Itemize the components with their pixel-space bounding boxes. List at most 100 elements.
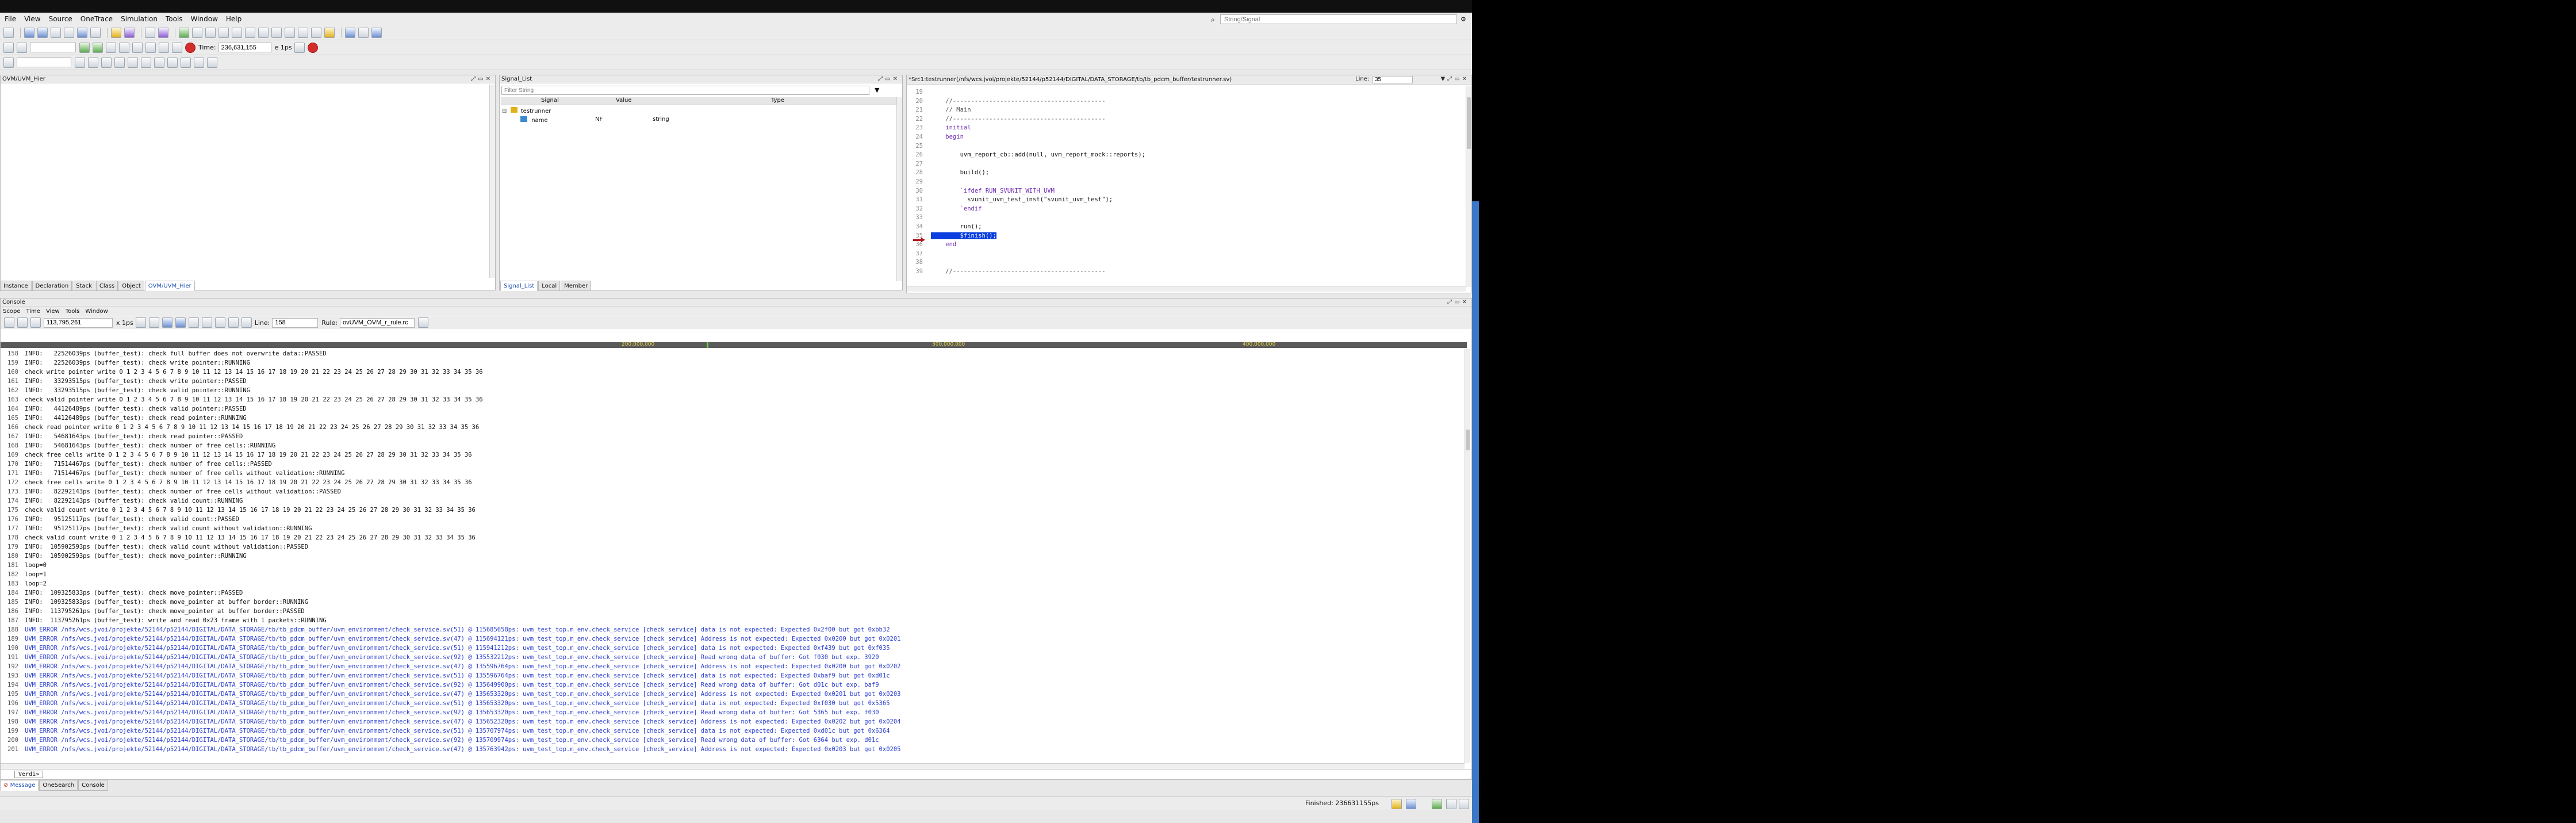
status-network-icon[interactable] <box>1432 799 1442 809</box>
line-number[interactable]: 28 <box>907 169 923 178</box>
log-line[interactable]: 200 UVM_ERROR /nfs/wcs.jvoi/projekte/5214… <box>7 736 1462 745</box>
console-hscroll[interactable] <box>1 763 1465 769</box>
archive-icon[interactable] <box>324 27 335 38</box>
rule-combo[interactable] <box>340 317 415 328</box>
time-arrow-icon[interactable] <box>294 42 305 53</box>
log-line[interactable]: 195 UVM_ERROR /nfs/wcs.jvoi/projekte/5214… <box>7 690 1462 699</box>
open-icon[interactable] <box>3 27 14 38</box>
status-layout-icon[interactable] <box>1406 799 1416 809</box>
console-menu-view[interactable]: View <box>46 308 60 315</box>
log-line[interactable]: 197 UVM_ERROR /nfs/wcs.jvoi/projekte/5214… <box>7 708 1462 717</box>
source-line[interactable]: 32 `endif <box>907 205 1459 214</box>
source-hscroll[interactable] <box>907 286 1466 292</box>
console-line-input[interactable] <box>272 317 319 328</box>
menu-simulation[interactable]: Simulation <box>121 15 158 23</box>
menu-tools[interactable]: Tools <box>166 15 183 23</box>
log-line[interactable]: 179 INFO: 105902593ps (buffer_test): chec… <box>7 542 1462 552</box>
settings-icon[interactable]: ⚙ <box>1460 16 1466 23</box>
tab-onesearch[interactable]: OneSearch <box>39 780 78 791</box>
left-arrow-icon[interactable] <box>218 27 229 38</box>
log-line[interactable]: 158 INFO: 22526039ps (buffer_test): check… <box>7 349 1462 358</box>
tree-expand-icon[interactable]: ⊟ <box>502 108 507 114</box>
line-input[interactable] <box>1373 76 1413 83</box>
nav-right-icon[interactable] <box>148 317 159 328</box>
log-line[interactable]: 186 INFO: 113795261ps (buffer_test): chec… <box>7 607 1462 616</box>
line-number[interactable]: 29 <box>907 178 923 187</box>
log-line[interactable]: 169 check free cells write 0 1 2 3 4 5 6 … <box>7 450 1462 460</box>
source-panel-controls-icon[interactable]: ▼⤢▭✕ <box>1440 76 1469 82</box>
step-in-icon[interactable] <box>106 42 116 53</box>
source-line[interactable]: 31 svunit_uvm_test_inst("svunit_uvm_test… <box>907 196 1459 205</box>
table-row[interactable]: ⊟ testrunner <box>502 107 551 114</box>
kill-icon[interactable] <box>307 42 318 53</box>
line-number[interactable]: 38 <box>907 258 923 267</box>
tab-member[interactable]: Member <box>561 281 592 291</box>
zoom-fit-icon[interactable] <box>228 317 239 328</box>
nav-left-icon[interactable] <box>135 317 146 328</box>
log-line[interactable]: 172 check free cells write 0 1 2 3 4 5 6 … <box>7 478 1462 487</box>
redo-icon[interactable] <box>17 42 27 53</box>
stop-icon[interactable] <box>185 42 195 53</box>
down-icon[interactable] <box>258 27 269 38</box>
log-line[interactable]: 170 INFO: 71514467ps (buffer_test): check… <box>7 460 1462 469</box>
find-prev-icon[interactable] <box>128 57 138 68</box>
line-number[interactable]: 23 <box>907 124 923 133</box>
zoom-in-icon[interactable] <box>201 317 212 328</box>
undo-icon[interactable] <box>3 42 14 53</box>
log-line[interactable]: 176 INFO: 95125117ps (buffer_test): check… <box>7 515 1462 524</box>
paste-icon[interactable] <box>101 57 112 68</box>
filter-icon[interactable] <box>30 317 41 328</box>
source-line[interactable]: 38 <box>907 258 1459 267</box>
log-line[interactable]: 194 UVM_ERROR /nfs/wcs.jvoi/projekte/5214… <box>7 680 1462 690</box>
breakpoint-combo[interactable] <box>30 43 76 52</box>
marker-icon[interactable] <box>188 317 199 328</box>
back-icon[interactable] <box>192 27 202 38</box>
log-line[interactable]: 168 INFO: 54681643ps (buffer_test): check… <box>7 441 1462 450</box>
reload-icon[interactable] <box>172 42 182 53</box>
line-number[interactable]: 33 <box>907 213 923 223</box>
snapshot-icon[interactable] <box>175 317 186 328</box>
link-icon[interactable] <box>64 27 74 38</box>
time-ruler[interactable]: 200,000,000 300,000,000 400,000,000 <box>1 342 1467 348</box>
menu-view[interactable]: View <box>24 15 40 23</box>
source-line[interactable]: 23 initial <box>907 124 1459 133</box>
zoom-out-icon[interactable] <box>214 317 225 328</box>
log-line[interactable]: 193 UVM_ERROR /nfs/wcs.jvoi/projekte/5214… <box>7 671 1462 680</box>
pencil-icon[interactable] <box>145 27 155 38</box>
folder-icon[interactable] <box>111 27 121 38</box>
source-line[interactable]: 39 //-----------------------------------… <box>907 267 1459 277</box>
cursor-icon[interactable] <box>77 27 87 38</box>
line-number[interactable]: 31 <box>907 196 923 205</box>
find-icon[interactable] <box>114 57 125 68</box>
cut-icon[interactable] <box>75 57 85 68</box>
source-line[interactable]: 30 `ifdef RUN_SVUNIT_WITH_UVM <box>907 187 1459 196</box>
log-line[interactable]: 182 loop=1 <box>7 570 1462 579</box>
log-line[interactable]: 160 check write pointer write 0 1 2 3 4 5… <box>7 368 1462 377</box>
source-line[interactable]: 37 <box>907 250 1459 259</box>
forward-icon[interactable] <box>205 27 216 38</box>
line-number[interactable]: 24 <box>907 133 923 142</box>
gear-icon[interactable] <box>271 27 282 38</box>
indent-icon[interactable] <box>167 57 178 68</box>
line-number[interactable]: 37 <box>907 250 923 259</box>
log-line[interactable]: 198 UVM_ERROR /nfs/wcs.jvoi/projekte/5214… <box>7 717 1462 726</box>
panel-controls-icon[interactable]: ⤢▭✕ <box>471 76 493 82</box>
ruler-cursor[interactable] <box>707 342 708 348</box>
line-number[interactable]: 32 <box>907 205 923 214</box>
line-number[interactable]: 39 <box>907 267 923 277</box>
log-line[interactable]: 159 INFO: 22526039ps (buffer_test): check… <box>7 358 1462 368</box>
sync-icon[interactable] <box>241 317 252 328</box>
tab-local[interactable]: Local <box>538 281 561 291</box>
source-line[interactable]: 33 <box>907 213 1459 223</box>
line-number[interactable]: 25 <box>907 142 923 151</box>
edit-icon[interactable] <box>124 27 135 38</box>
tab-stack[interactable]: Stack <box>72 281 95 291</box>
bookmark-icon[interactable] <box>154 57 164 68</box>
restart-icon[interactable] <box>159 42 169 53</box>
log-line[interactable]: 175 check valid count write 0 1 2 3 4 5 6… <box>7 506 1462 515</box>
log-line[interactable]: 192 UVM_ERROR /nfs/wcs.jvoi/projekte/5214… <box>7 662 1462 671</box>
source-line[interactable]: 19 <box>907 88 1459 97</box>
signal-panel-controls-icon[interactable]: ⤢▭✕ <box>878 76 900 82</box>
console-menu-window[interactable]: Window <box>85 308 108 315</box>
log-line[interactable]: 185 INFO: 109325833ps (buffer_test): chec… <box>7 598 1462 607</box>
